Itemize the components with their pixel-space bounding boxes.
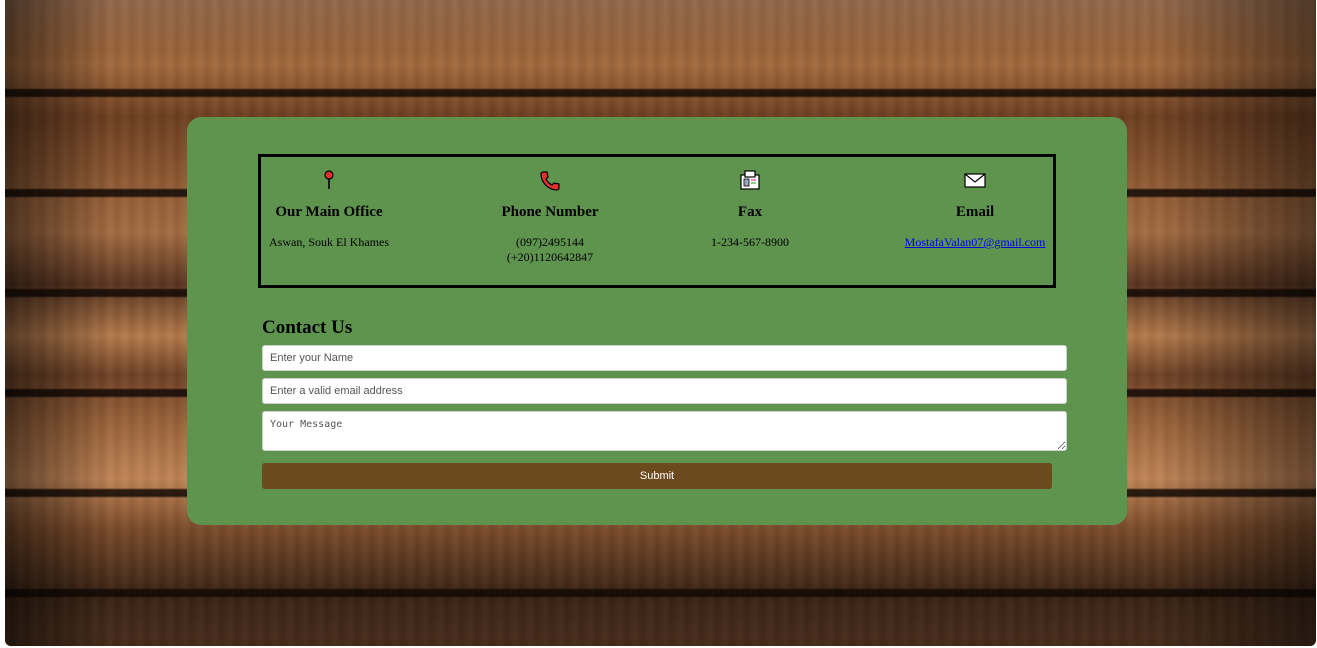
envelope-icon bbox=[964, 173, 986, 188]
contact-card: Our Main Office Aswan, Souk El Khames Ph… bbox=[187, 117, 1127, 525]
fax-icon bbox=[740, 170, 760, 190]
message-textarea[interactable] bbox=[262, 411, 1067, 451]
submit-button[interactable]: Submit bbox=[262, 463, 1052, 489]
info-fax-number: 1-234-567-8900 bbox=[711, 235, 789, 249]
map-pin-icon bbox=[324, 170, 334, 189]
phone-number-2: (+20)1120642847 bbox=[506, 250, 594, 264]
info-box: Our Main Office Aswan, Souk El Khames Ph… bbox=[258, 154, 1056, 288]
info-phone-numbers: (097)2495144 (+20)1120642847 bbox=[507, 235, 593, 265]
info-office-title: Our Main Office bbox=[275, 204, 383, 220]
phone-icon bbox=[540, 171, 560, 191]
info-fax-title: Fax bbox=[737, 204, 763, 220]
info-email-title: Email bbox=[955, 204, 995, 220]
info-phone-title: Phone Number bbox=[501, 204, 599, 220]
contact-title: Contact Us bbox=[262, 317, 353, 338]
name-input[interactable] bbox=[262, 345, 1067, 371]
info-office-address: Aswan, Souk El Khames bbox=[269, 235, 389, 249]
info-email-text: MostafaValan07@gmail.com bbox=[905, 235, 1046, 250]
email-input[interactable] bbox=[262, 378, 1067, 404]
phone-number-1: (097)2495144 bbox=[515, 235, 584, 249]
email-link[interactable]: MostafaValan07@gmail.com bbox=[905, 235, 1046, 249]
